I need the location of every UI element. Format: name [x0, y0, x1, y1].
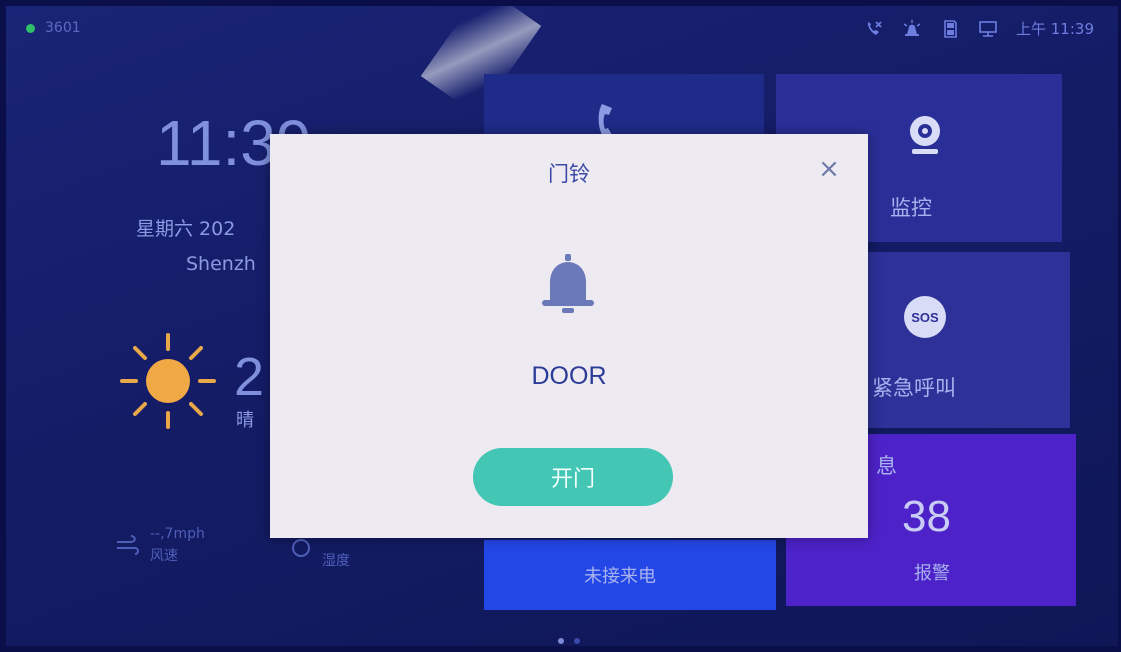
home-temperature: 2 — [234, 347, 265, 407]
humidity-label: 湿度 — [322, 553, 350, 569]
humidity-icon — [292, 539, 310, 557]
monitor-label: 监控 — [890, 196, 932, 220]
alarm-count: 38 — [902, 492, 951, 541]
wind-speed-value: --,7mph — [150, 526, 205, 542]
doorbell-dialog: 门铃 × DOOR 开门 — [270, 134, 868, 538]
page-indicator — [558, 638, 580, 644]
bell-icon — [542, 254, 594, 313]
page-dot-2[interactable] — [574, 638, 580, 644]
missed-call-icon — [867, 20, 882, 35]
status-right: 上午 11:39 — [864, 18, 1094, 39]
home-weather: 晴 — [236, 410, 254, 431]
sd-card-icon — [944, 19, 957, 38]
sos-badge-icon: SOS — [904, 296, 946, 338]
door-device-name: DOOR — [531, 362, 607, 390]
message-label: 息 — [876, 454, 897, 478]
sunny-weather-icon — [120, 333, 216, 429]
close-icon[interactable]: × — [814, 154, 844, 184]
wind-icon — [117, 535, 139, 555]
status-time: 上午 11:39 — [1016, 20, 1094, 38]
camera-icon — [910, 116, 940, 154]
page-dot-1[interactable] — [558, 638, 564, 644]
sos-label: 紧急呼叫 — [872, 376, 956, 400]
network-icon — [979, 20, 997, 37]
dialog-title: 门铃 — [548, 162, 590, 186]
online-indicator-icon — [26, 23, 35, 33]
home-city: Shenzh — [186, 253, 256, 275]
open-door-button[interactable]: 开门 — [473, 448, 673, 506]
alarm-icon — [903, 19, 921, 36]
device-number: 3601 — [45, 20, 81, 36]
missed-call-label: 未接来电 — [584, 566, 656, 587]
status-left: 3601 — [26, 20, 81, 36]
home-date: 星期六 202 — [136, 218, 236, 240]
status-bar: 3601 上午 11:39 — [6, 6, 1118, 50]
wind-speed-label: 风速 — [150, 548, 178, 564]
alarm-label: 报警 — [914, 563, 950, 584]
